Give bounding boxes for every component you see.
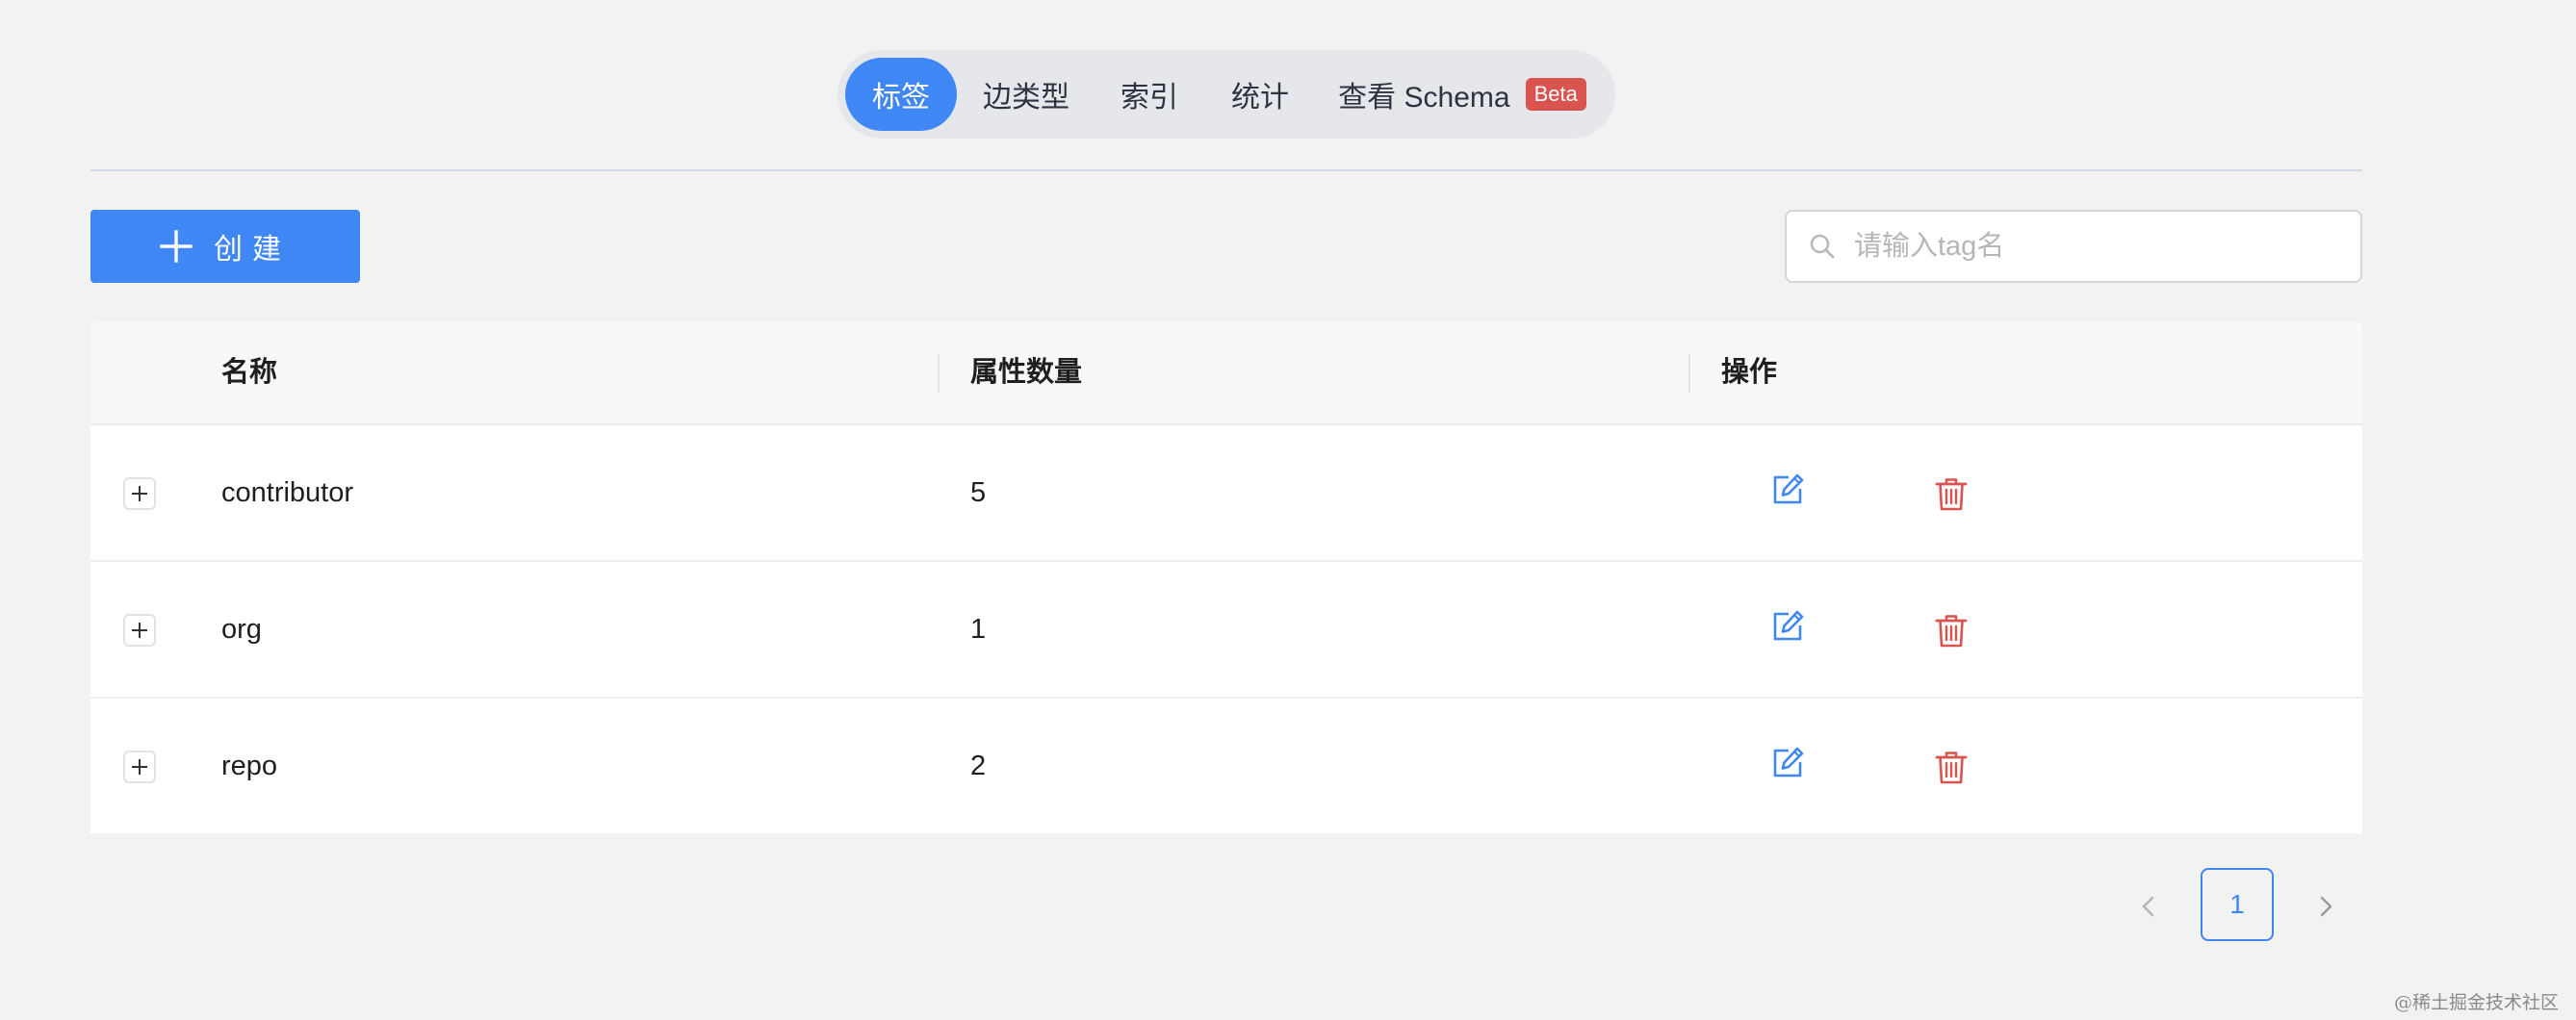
plus-icon [160, 230, 193, 263]
column-header-property-count: 属性数量 [970, 357, 1083, 388]
table-row: repo 2 [90, 699, 2362, 833]
edit-icon[interactable] [1769, 745, 1806, 781]
column-separator [938, 354, 940, 393]
expand-plus-icon[interactable] [123, 751, 156, 783]
chevron-right-icon[interactable] [2306, 887, 2345, 926]
search-icon [1810, 234, 1835, 259]
tab-index[interactable]: 索引 [1095, 58, 1203, 131]
edit-icon[interactable] [1769, 608, 1806, 645]
column-header-name: 名称 [221, 357, 278, 388]
table-header: 名称 属性数量 操作 [90, 321, 2362, 425]
trash-icon[interactable] [1933, 749, 1970, 785]
property-count-cell: 5 [970, 477, 987, 508]
table-row: contributor 5 [90, 425, 2362, 562]
edit-icon[interactable] [1769, 472, 1806, 508]
create-button-label: 创建 [214, 234, 291, 266]
tab-stats[interactable]: 统计 [1203, 58, 1317, 131]
column-separator [1688, 354, 1690, 393]
chevron-left-icon[interactable] [2129, 887, 2168, 926]
schema-tabs: 标签 边类型 索引 统计 查看 Schema Beta [837, 50, 1615, 139]
pagination-page-button[interactable]: 1 [2201, 868, 2274, 941]
trash-icon[interactable] [1933, 475, 1970, 512]
table-row: org 1 [90, 562, 2362, 699]
tab-view-schema[interactable]: 查看 Schema Beta [1317, 58, 1608, 131]
create-button[interactable]: 创建 [90, 210, 360, 283]
property-count-cell: 2 [970, 751, 987, 781]
tab-edge-types[interactable]: 边类型 [957, 58, 1095, 131]
trash-icon[interactable] [1933, 612, 1970, 649]
tag-name-cell: org [221, 614, 262, 645]
expand-plus-icon[interactable] [123, 614, 156, 647]
tab-tags[interactable]: 标签 [845, 58, 957, 131]
tags-table: 名称 属性数量 操作 contributor 5 org 1 repo 2 [90, 321, 2362, 833]
watermark: @稀土掘金技术社区 [2393, 992, 2559, 1013]
expand-plus-icon[interactable] [123, 477, 156, 510]
column-header-actions: 操作 [1721, 357, 1778, 388]
tab-view-schema-label: 查看 Schema [1338, 82, 1510, 114]
tag-name-cell: repo [221, 751, 278, 781]
header-divider [90, 169, 2362, 171]
property-count-cell: 1 [970, 614, 987, 645]
tag-name-cell: contributor [221, 477, 354, 508]
beta-badge: Beta [1525, 78, 1586, 111]
search-box[interactable] [1785, 210, 2362, 283]
search-input[interactable] [1854, 230, 2335, 263]
